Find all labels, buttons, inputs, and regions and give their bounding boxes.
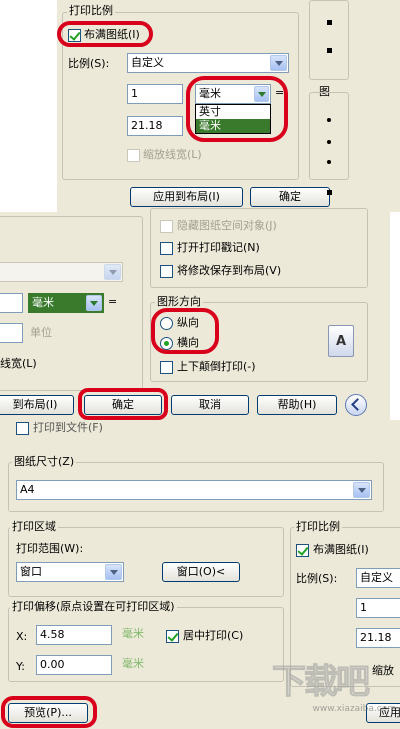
- plot-offset-title: 打印偏移(原点设置在可打印区域): [10, 600, 177, 613]
- right-marker-6: [327, 190, 332, 195]
- plot-scale-title: 打印比例: [67, 4, 115, 17]
- lineweights-label: 线宽(L): [0, 357, 37, 370]
- y-label: Y:: [16, 660, 25, 673]
- plot-stamp-label: 打开打印戳记(N): [177, 241, 260, 254]
- plot-range-label: 打印范围(W):: [16, 542, 84, 555]
- apply-to-layout-button-2[interactable]: 到布局(I): [0, 395, 74, 415]
- equals-sign: =: [275, 86, 285, 99]
- scale-value-top-input[interactable]: 1: [127, 84, 183, 104]
- units-label: 单位: [30, 326, 52, 339]
- panel-orientation: 毫米 = 单位 线宽(L) 隐藏图纸空间对象(J) 打开打印戳记(N) 将修改保…: [0, 208, 390, 420]
- watermark-logo: 下载吧: [272, 662, 371, 703]
- panel-plot-scale-top: 打印比例 布满图纸(I) 比例(S): 自定义 1 毫米 = 英寸 毫米 21.…: [57, 0, 400, 212]
- watermark: 下载吧 www.xiazaiba.com: [272, 662, 397, 722]
- cancel-button[interactable]: 取消: [171, 395, 249, 415]
- window-button[interactable]: 窗口(O)<: [162, 562, 240, 582]
- y-offset-input[interactable]: 0.00: [36, 655, 112, 675]
- unit-option-mm[interactable]: 毫米: [196, 119, 270, 133]
- portrait-label: 纵向: [177, 316, 199, 329]
- scale-label-3: 比例(S):: [296, 572, 338, 585]
- scale-lineweights-label: 缩放线宽(L): [143, 148, 202, 161]
- x-offset-input[interactable]: 4.58: [36, 625, 112, 645]
- upside-down-label: 上下颠倒打印(-): [177, 360, 256, 373]
- scale-select-fragment-dropdown[interactable]: [104, 264, 121, 280]
- paper-size-select[interactable]: A4: [16, 480, 372, 500]
- center-plot-checkbox[interactable]: [166, 630, 179, 643]
- fit-paper-label: 布满图纸(I): [84, 28, 140, 41]
- hide-objects-checkbox[interactable]: [160, 220, 173, 233]
- watermark-url: www.xiazaiba.com: [312, 704, 396, 714]
- landscape-radio[interactable]: [160, 337, 173, 350]
- chevron-left-icon: [351, 398, 364, 411]
- paper-size-dropdown-button[interactable]: [353, 482, 370, 498]
- right-marker-5: [327, 160, 331, 164]
- x-label: X:: [16, 630, 28, 643]
- scale-label: 比例(S):: [68, 57, 110, 70]
- portrait-radio[interactable]: [160, 317, 173, 330]
- print-to-file-checkbox[interactable]: [16, 422, 29, 435]
- value-top-fragment[interactable]: [0, 293, 23, 313]
- plot-scale-title-3: 打印比例: [294, 520, 342, 533]
- help-button[interactable]: 帮助(H): [257, 395, 337, 415]
- fit-paper-label-3: 布满图纸(I): [313, 543, 369, 556]
- orientation-title: 图形方向: [155, 295, 203, 308]
- center-plot-label: 居中打印(C): [183, 629, 244, 642]
- right-marker-3: [327, 118, 331, 122]
- x-unit-label: 毫米: [122, 627, 144, 640]
- right-group-fragment: [309, 0, 349, 80]
- unit-select-fragment-dropdown[interactable]: [86, 295, 102, 311]
- save-layout-checkbox[interactable]: [160, 265, 173, 278]
- unit-dropdown-list[interactable]: 英寸 毫米: [195, 104, 271, 134]
- scale-select-dropdown-button[interactable]: [270, 55, 287, 71]
- right-marker-1: [327, 20, 332, 25]
- save-layout-label: 将修改保存到布局(V): [177, 264, 282, 277]
- value-bottom-fragment[interactable]: [0, 323, 23, 343]
- unit-select-dropdown-button[interactable]: [254, 86, 269, 102]
- scale-value-bottom-3[interactable]: 21.18: [356, 628, 400, 648]
- fit-paper-checkbox-3[interactable]: [296, 544, 309, 557]
- landscape-label: 横向: [177, 336, 199, 349]
- upside-down-checkbox[interactable]: [160, 361, 173, 374]
- y-unit-label: 毫米: [122, 657, 144, 670]
- right-marker-2: [327, 48, 332, 53]
- scale-value-bottom-input[interactable]: 21.18: [127, 116, 183, 136]
- scale-lineweights-checkbox[interactable]: [127, 149, 140, 162]
- orientation-icon-letter: A: [336, 334, 347, 349]
- unit-option-inch[interactable]: 英寸: [196, 105, 270, 119]
- paper-size-title: 图纸尺寸(Z): [12, 455, 77, 468]
- apply-to-layout-button[interactable]: 应用到布局(I): [130, 187, 243, 207]
- right-marker-4: [327, 140, 331, 144]
- plot-range-dropdown-button[interactable]: [105, 564, 122, 580]
- equals-sign-2: =: [108, 295, 118, 308]
- scale-value-top-3[interactable]: 1: [356, 598, 400, 618]
- hide-objects-label: 隐藏图纸空间对象(J): [177, 219, 277, 232]
- print-to-file-label: 打印到文件(F): [33, 421, 103, 434]
- ok-button[interactable]: 确定: [250, 187, 330, 207]
- orientation-preview-icon: A: [328, 325, 354, 357]
- preview-button[interactable]: 预览(P)...: [8, 703, 88, 723]
- scale-select-3[interactable]: 自定义: [356, 568, 400, 588]
- fit-paper-checkbox[interactable]: [68, 29, 81, 42]
- scale-select[interactable]: 自定义: [127, 53, 289, 73]
- collapse-arrow-button[interactable]: [345, 394, 367, 416]
- plot-area-title: 打印区域: [10, 520, 58, 533]
- right-group-fragment-2: [309, 92, 349, 180]
- ok-button-2[interactable]: 确定: [84, 395, 162, 415]
- plot-stamp-checkbox[interactable]: [160, 242, 173, 255]
